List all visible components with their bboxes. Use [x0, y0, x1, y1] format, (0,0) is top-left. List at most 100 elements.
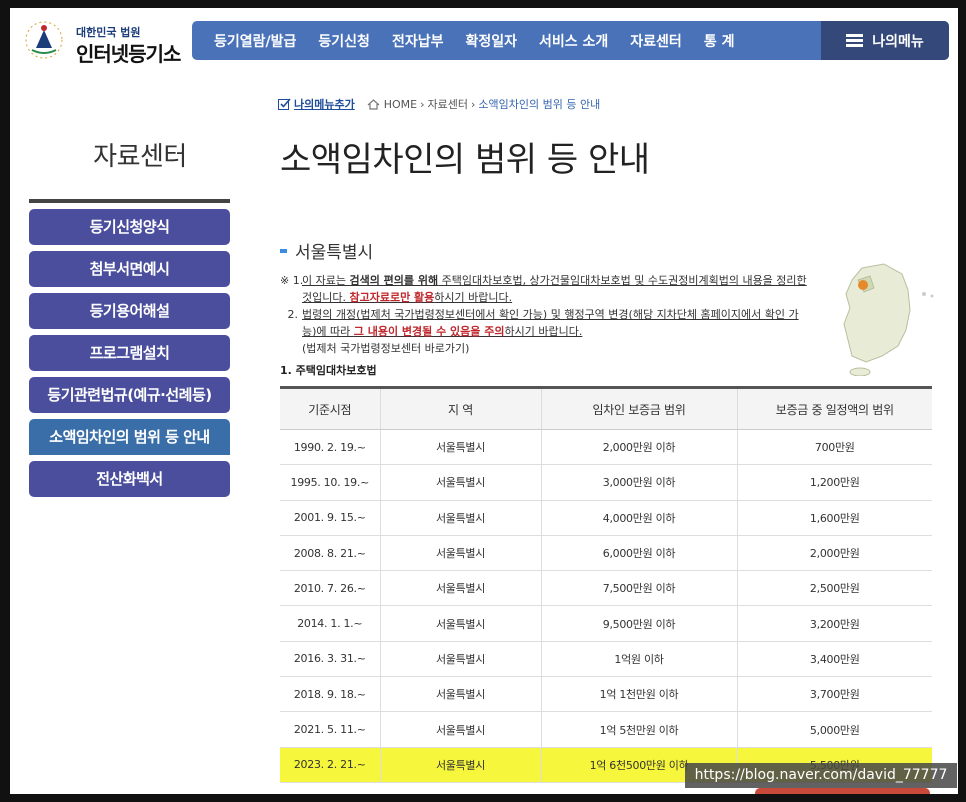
nav-fixed-date[interactable]: 확정일자 [454, 31, 528, 51]
home-icon [367, 98, 380, 110]
cell-base-date: 2016. 3. 31.~ [280, 641, 381, 678]
note-1-warning: 참고자료로만 활용 [349, 291, 435, 304]
region-name: 서울특별시 [295, 243, 374, 263]
cell-region: 서울특별시 [380, 605, 542, 642]
sidebar-item-white-paper[interactable]: 전산화백서 [29, 461, 230, 497]
col-region: 지 역 [380, 386, 542, 430]
cell-protected-amount: 2,000만원 [737, 535, 932, 572]
cell-base-date: 1990. 2. 19.~ [280, 429, 381, 466]
sidebar-divider [29, 199, 230, 203]
note-2: 법령의 개정(법제처 국가법령정보센터에서 확인 가능) 및 행정구역 변경(해… [302, 306, 810, 340]
table-row: 2001. 9. 15.~ 서울특별시 4,000만원 이하 1,600만원 [280, 500, 932, 536]
col-base-date: 기준시점 [280, 386, 381, 430]
cell-base-date: 2001. 9. 15.~ [280, 500, 381, 536]
col-deposit-range: 임차인 보증금 범위 [541, 386, 738, 430]
korea-map-icon [843, 263, 934, 376]
cell-deposit-range: 1억 1천만원 이하 [541, 676, 738, 713]
add-my-menu-link[interactable]: 나의메뉴추가 [278, 96, 355, 112]
table-row: 1995. 10. 19.~ 서울특별시 3,000만원 이하 1,200만원 [280, 464, 932, 501]
note-1-emphasis: 검색의 편의를 위해 [349, 274, 439, 287]
region-heading: 서울특별시 [280, 238, 373, 263]
law-center-link[interactable]: (법제처 국가법령정보센터 바로가기) [280, 340, 810, 357]
sidebar-item-glossary[interactable]: 등기용어해설 [29, 293, 230, 329]
note-1-marker: ※ 1. [280, 274, 304, 287]
table-body: 1990. 2. 19.~ 서울특별시 2,000만원 이하 700만원 1995. 1… [280, 429, 932, 783]
table-row: 2014. 1. 1.~ 서울특별시 9,500만원 이하 3,200만원 [280, 605, 932, 642]
breadcrumb: 나의메뉴추가 HOME › 자료센터 › 소액임차인의 범위 등 안내 [278, 96, 600, 112]
table-row: 2016. 3. 31.~ 서울특별시 1억원 이하 3,400만원 [280, 641, 932, 678]
nav-e-payment[interactable]: 전자납부 [381, 31, 455, 51]
table-row: 2010. 7. 26.~ 서울특별시 7,500만원 이하 2,500만원 [280, 570, 932, 607]
cell-region: 서울특별시 [380, 570, 542, 607]
sidebar-item-program-install[interactable]: 프로그램설치 [29, 335, 230, 371]
cell-deposit-range: 1억원 이하 [541, 641, 738, 678]
breadcrumb-home[interactable]: HOME [384, 98, 417, 111]
cell-region: 서울특별시 [380, 464, 542, 501]
court-emblem-icon [25, 21, 63, 59]
browser-page: 대한민국 법원 인터넷등기소 등기열람/발급 등기신청 전자납부 확정일자 서비… [10, 8, 958, 794]
cell-deposit-range: 2,000만원 이하 [541, 429, 738, 466]
sidebar-menu: 등기신청양식 첨부서면예시 등기용어해설 프로그램설치 등기관련법규(예규·선례… [29, 209, 230, 503]
cell-base-date: 1995. 10. 19.~ [280, 464, 381, 501]
page-title: 소액임차인의 범위 등 안내 [280, 140, 650, 180]
cell-base-date: 2008. 8. 21.~ [280, 535, 381, 572]
chevron-right-icon: › [420, 97, 425, 111]
cell-protected-amount: 3,700만원 [737, 676, 932, 713]
logo-site-name: 인터넷등기소 [76, 42, 181, 66]
breadcrumb-current: 소액임차인의 범위 등 안내 [478, 98, 601, 111]
cell-deposit-range: 9,500만원 이하 [541, 605, 738, 642]
sidebar-item-attachment-examples[interactable]: 첨부서면예시 [29, 251, 230, 287]
cell-protected-amount: 3,400만원 [737, 641, 932, 678]
my-menu-button[interactable]: 나의메뉴 [821, 21, 949, 60]
nav-registry-view[interactable]: 등기열람/발급 [192, 31, 307, 51]
cell-base-date: 2010. 7. 26.~ [280, 570, 381, 607]
cell-region: 서울특별시 [380, 535, 542, 572]
bottom-button[interactable] [755, 788, 930, 794]
note-1: 이 자료는 검색의 편의를 위해 주택임대차보호법, 상가건물임대차보호법 및 … [302, 272, 810, 306]
cell-protected-amount: 5,000만원 [737, 711, 932, 748]
cell-region: 서울특별시 [380, 641, 542, 678]
sidebar-title: 자료센터 [93, 142, 187, 172]
table-row: 2018. 9. 18.~ 서울특별시 1억 1천만원 이하 3,700만원 [280, 676, 932, 713]
cell-base-date: 2014. 1. 1.~ [280, 605, 381, 642]
note-2-warning: 그 내용이 변경될 수 있음을 주의 [353, 325, 505, 338]
note-1-part: 이 자료는 [302, 274, 350, 287]
bullet-icon [280, 248, 287, 253]
note-2-marker: 2. [287, 308, 299, 321]
cell-region: 서울특별시 [380, 429, 542, 466]
cell-region: 서울특별시 [380, 500, 542, 536]
table-row: 2008. 8. 21.~ 서울특별시 6,000만원 이하 2,000만원 [280, 535, 932, 572]
nav-registry-apply[interactable]: 등기신청 [307, 31, 381, 51]
nav-data-center[interactable]: 자료센터 [619, 31, 693, 51]
cell-region: 서울특별시 [380, 711, 542, 748]
blog-watermark: https://blog.naver.com/david_77777 [685, 763, 957, 788]
breadcrumb-parent[interactable]: 자료센터 [428, 96, 468, 112]
sidebar-item-regulations[interactable]: 등기관련법규(예규·선례등) [29, 377, 230, 413]
cell-deposit-range: 3,000만원 이하 [541, 464, 738, 501]
add-my-menu-label: 나의메뉴추가 [294, 98, 355, 111]
sidebar-item-small-tenant[interactable]: 소액임차인의 범위 등 안내 [29, 419, 230, 455]
sidebar-item-forms[interactable]: 등기신청양식 [29, 209, 230, 245]
cell-deposit-range: 6,000만원 이하 [541, 535, 738, 572]
cell-deposit-range: 7,500만원 이하 [541, 570, 738, 607]
site-logo[interactable]: 대한민국 법원 인터넷등기소 [18, 14, 188, 66]
nav-service-intro[interactable]: 서비스 소개 [528, 31, 619, 51]
notice-text: ※ 1. 이 자료는 검색의 편의를 위해 주택임대차보호법, 상가건물임대차보… [280, 272, 810, 357]
cell-protected-amount: 700만원 [737, 429, 932, 466]
cell-base-date: 2023. 2. 21.~ [280, 747, 381, 783]
hamburger-icon [846, 34, 864, 47]
global-nav: 등기열람/발급 등기신청 전자납부 확정일자 서비스 소개 자료센터 통 계 나… [192, 21, 949, 60]
cell-deposit-range: 4,000만원 이하 [541, 500, 738, 536]
my-menu-label: 나의메뉴 [872, 33, 924, 50]
cell-protected-amount: 2,500만원 [737, 570, 932, 607]
nav-statistics[interactable]: 통 계 [693, 31, 746, 51]
checkbox-icon [278, 98, 291, 110]
section-heading: 1. 주택임대차보호법 [280, 364, 377, 377]
note-2-part: 하시기 바랍니다. [504, 325, 583, 338]
cell-protected-amount: 1,200만원 [737, 464, 932, 501]
table-row: 2021. 5. 11.~ 서울특별시 1억 5천만원 이하 5,000만원 [280, 711, 932, 748]
small-tenant-table: 기준시점 지 역 임차인 보증금 범위 보증금 중 일정액의 범위 1990. … [280, 386, 932, 783]
chevron-right-icon: › [471, 97, 476, 111]
cell-region: 서울특별시 [380, 676, 542, 713]
cell-base-date: 2021. 5. 11.~ [280, 711, 381, 748]
